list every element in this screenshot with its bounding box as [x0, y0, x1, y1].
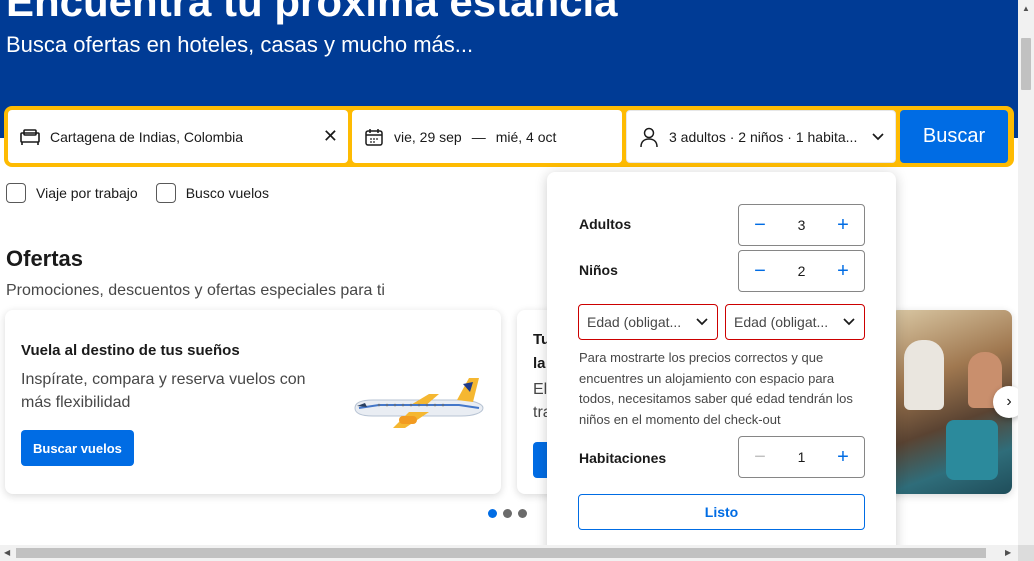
chevron-down-icon: [696, 318, 708, 326]
scroll-left-icon[interactable]: ◀: [4, 548, 10, 557]
checkbox-label: Busco vuelos: [185, 185, 269, 201]
children-label: Niños: [579, 262, 618, 278]
checkbox[interactable]: [6, 183, 26, 203]
minus-icon[interactable]: −: [747, 444, 773, 470]
horizontal-scrollbar[interactable]: ◀ ▶: [0, 545, 1018, 561]
offers-title: Ofertas: [6, 246, 84, 271]
checkbox[interactable]: [155, 183, 176, 203]
chevron-down-icon: [843, 318, 855, 326]
select-value: Edad (obligat...: [587, 314, 682, 330]
search-options: Viaje por trabajo Busco vuelos: [6, 183, 269, 203]
checkbox-label: Viaje por trabajo: [36, 185, 138, 201]
page: Encuentra tu próxima estancia Busca ofer…: [0, 0, 1034, 561]
calendar-icon: [362, 125, 386, 149]
offers-subtitle: Promociones, descuentos y ofertas especi…: [6, 282, 385, 299]
airplane-illustration: [354, 378, 484, 428]
chevron-down-icon: [871, 129, 885, 145]
card-text: Inspírate, compara y reserva vuelos con …: [21, 371, 306, 411]
children-count: 2: [797, 263, 806, 279]
rooms-stepper: − 1 +: [738, 436, 865, 478]
select-value: Edad (obligat...: [734, 314, 829, 330]
destination-value: Cartagena de Indias, Colombia: [50, 128, 244, 145]
plus-icon[interactable]: +: [830, 444, 856, 470]
guests-field[interactable]: 3 adultos · 2 niños · 1 habita...: [626, 110, 896, 163]
horizontal-scroll-thumb[interactable]: [16, 548, 986, 558]
carousel-dots: [488, 509, 527, 518]
scroll-right-icon[interactable]: ▶: [1005, 548, 1011, 557]
scroll-up-icon[interactable]: ▲: [1022, 4, 1030, 13]
chevron-right-icon: ›: [1006, 393, 1012, 410]
minus-icon[interactable]: −: [747, 258, 773, 284]
child-age-select-2[interactable]: Edad (obligat...: [725, 304, 865, 340]
hero-title: Encuentra tu próxima estancia: [6, 0, 618, 25]
guests-dropdown: Adultos − 3 + Niños − 2 + Edad (obligat.…: [547, 172, 896, 561]
children-stepper: − 2 +: [738, 250, 865, 292]
search-bar: Cartagena de Indias, Colombia ✕ vie, 29 …: [4, 106, 1014, 167]
vertical-scroll-thumb[interactable]: [1021, 38, 1031, 90]
destination-field[interactable]: Cartagena de Indias, Colombia ✕: [8, 110, 348, 163]
flights-offer-card: Vuela al destino de tus sueños Inspírate…: [5, 310, 501, 494]
adults-stepper: − 3 +: [738, 204, 865, 246]
child-age-select-1[interactable]: Edad (obligat...: [578, 304, 718, 340]
dates-field[interactable]: vie, 29 sep — mié, 4 oct: [352, 110, 622, 163]
adults-label: Adultos: [579, 216, 632, 232]
rooms-label: Habitaciones: [579, 450, 667, 466]
minus-icon[interactable]: −: [747, 212, 773, 238]
checkin-date: vie, 29 sep: [394, 128, 462, 145]
business-trip-checkbox[interactable]: Viaje por trabajo: [6, 183, 138, 203]
vertical-scrollbar[interactable]: ▲: [1018, 0, 1034, 545]
person-icon: [637, 125, 661, 149]
guests-summary: 3 adultos · 2 niños · 1 habita...: [669, 128, 858, 145]
carousel-dot[interactable]: [503, 509, 512, 518]
flights-checkbox[interactable]: Busco vuelos: [155, 183, 269, 203]
carousel-dot[interactable]: [488, 509, 497, 518]
bed-icon: [18, 125, 42, 149]
children-age-note: Para mostrarte los precios correctos y q…: [579, 350, 853, 427]
plus-icon[interactable]: +: [830, 258, 856, 284]
hero-subtitle: Busca ofertas en hoteles, casas y mucho …: [6, 32, 474, 57]
plus-icon[interactable]: +: [830, 212, 856, 238]
search-flights-button[interactable]: Buscar vuelos: [21, 430, 134, 466]
rooms-count: 1: [797, 449, 806, 465]
clear-icon[interactable]: ✕: [323, 126, 338, 147]
checkout-date: mié, 4 oct: [495, 128, 557, 145]
search-button[interactable]: Buscar: [900, 110, 1008, 163]
done-button[interactable]: Listo: [578, 494, 865, 530]
card-title: Vuela al destino de tus sueños: [21, 342, 240, 359]
date-separator: —: [471, 128, 486, 145]
scrollbar-corner: [1018, 545, 1034, 561]
adults-count: 3: [797, 217, 806, 233]
carousel-dot[interactable]: [518, 509, 527, 518]
